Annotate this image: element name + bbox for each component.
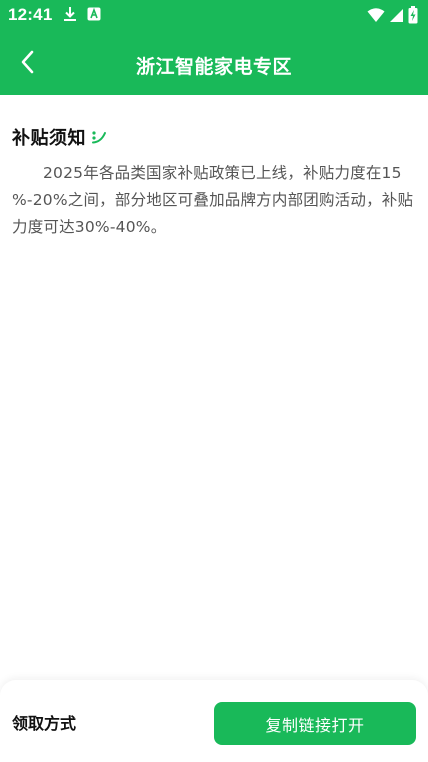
page-title: 浙江智能家电专区 [135, 56, 292, 78]
notice-title: 补贴须知 [12, 128, 86, 149]
copy-link-button[interactable]: 复制链接打开 [214, 702, 416, 745]
notice-body: 2025年各品类国家补贴政策已上线，补贴力度在15 %-20%之间，部分地区可叠… [12, 164, 414, 236]
wifi-icon [367, 7, 385, 27]
download-icon [62, 6, 78, 26]
status-bar: 12:41 [0, 0, 428, 30]
font-icon [86, 6, 102, 26]
app-header: 浙江智能家电专区 [0, 30, 428, 95]
notice-heading: 补贴须知 [12, 124, 107, 150]
bottom-action-bar: 领取方式 复制链接打开 [0, 680, 428, 762]
status-time: 12:41 [8, 5, 53, 24]
leaf-icon [91, 130, 107, 144]
claim-method-label: 领取方式 [12, 714, 77, 733]
battery-charging-icon [408, 6, 418, 28]
status-left-icons [62, 6, 102, 26]
status-right-icons [367, 6, 418, 28]
cellular-signal-icon [389, 7, 404, 27]
